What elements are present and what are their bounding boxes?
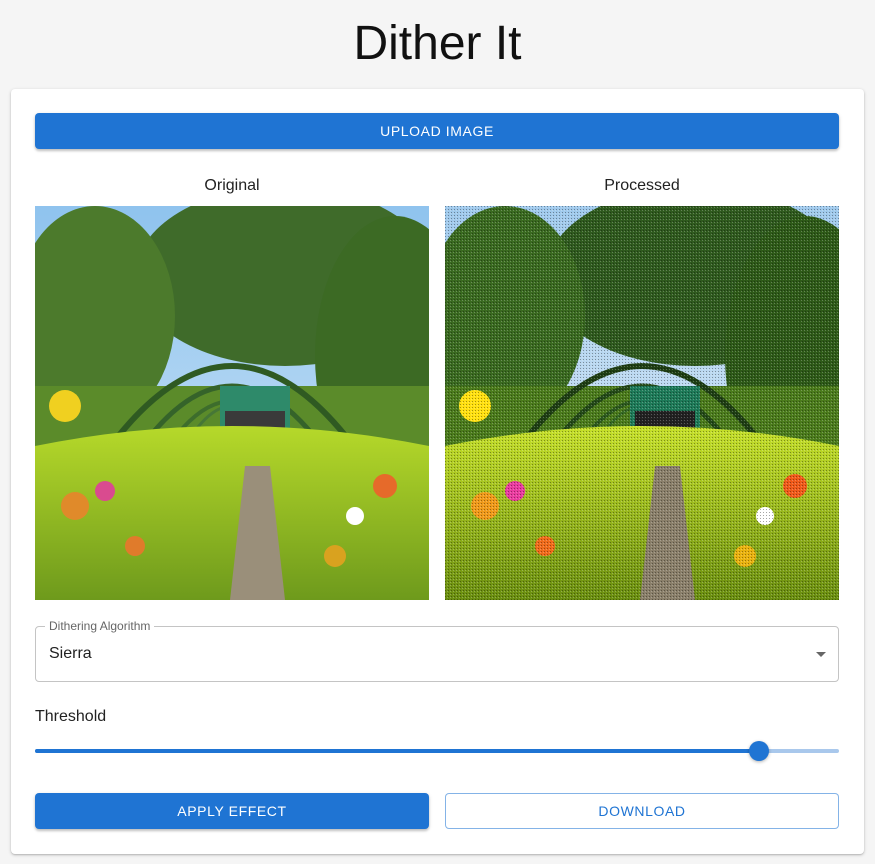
threshold-slider[interactable] [35, 739, 839, 763]
slider-track [35, 749, 759, 753]
arrow-drop-down-icon [816, 652, 826, 657]
processed-image [445, 206, 839, 600]
slider-thumb[interactable] [748, 741, 769, 761]
main-card: UPLOAD IMAGE Original Processed Ditherin… [11, 89, 864, 854]
threshold-label: Threshold [35, 708, 107, 725]
original-image [35, 206, 429, 600]
upload-image-button[interactable]: UPLOAD IMAGE [35, 113, 839, 149]
page-title: Dither It [353, 17, 522, 70]
processed-label: Processed [604, 177, 680, 194]
apply-effect-button[interactable]: APPLY EFFECT [35, 793, 429, 829]
dithering-algorithm-label: Dithering Algorithm [45, 619, 155, 633]
original-label: Original [204, 177, 260, 194]
dithering-algorithm-value: Sierra [49, 645, 92, 662]
download-button[interactable]: DOWNLOAD [445, 793, 839, 829]
dithering-algorithm-select[interactable]: Dithering Algorithm Sierra [35, 619, 839, 682]
